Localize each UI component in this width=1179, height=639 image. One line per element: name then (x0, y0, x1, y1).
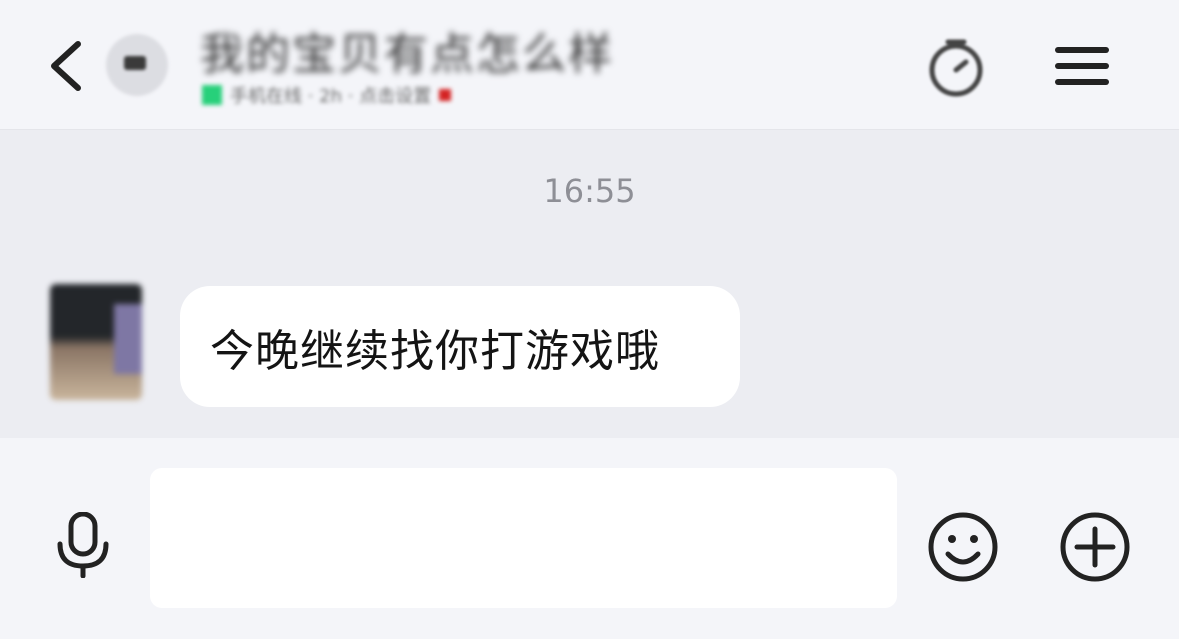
chat-header: 我的宝贝有点怎么样 手机在线 · 2h · 点击设置 (0, 0, 1179, 130)
sender-avatar[interactable] (50, 284, 142, 400)
plus-circle-icon (1060, 512, 1130, 582)
timer-icon (929, 39, 983, 97)
message-input[interactable] (150, 468, 897, 608)
microphone-icon (57, 512, 109, 578)
chevron-left-icon (51, 41, 81, 91)
input-bar (0, 438, 1179, 639)
voice-button[interactable] (50, 512, 116, 578)
menu-button[interactable] (1054, 40, 1110, 92)
status-badge (439, 89, 452, 101)
chat-title[interactable]: 我的宝贝有点怎么样 (200, 18, 614, 82)
message-bubble[interactable]: 今晚继续找你打游戏哦 (180, 286, 740, 407)
contact-avatar[interactable] (106, 34, 168, 96)
message-timestamp: 16:55 (543, 172, 636, 210)
more-button[interactable] (1058, 510, 1132, 584)
emoji-button[interactable] (926, 510, 1000, 584)
menu-icon (1055, 47, 1109, 85)
timer-button[interactable] (922, 36, 990, 100)
status-text: 手机在线 · 2h · 点击设置 (230, 86, 432, 107)
contact-status[interactable]: 手机在线 · 2h · 点击设置 (202, 84, 452, 107)
smiley-icon (928, 512, 998, 582)
message-text: 今晚继续找你打游戏哦 (210, 325, 660, 377)
online-status-icon (202, 85, 222, 105)
back-button[interactable] (40, 36, 90, 96)
